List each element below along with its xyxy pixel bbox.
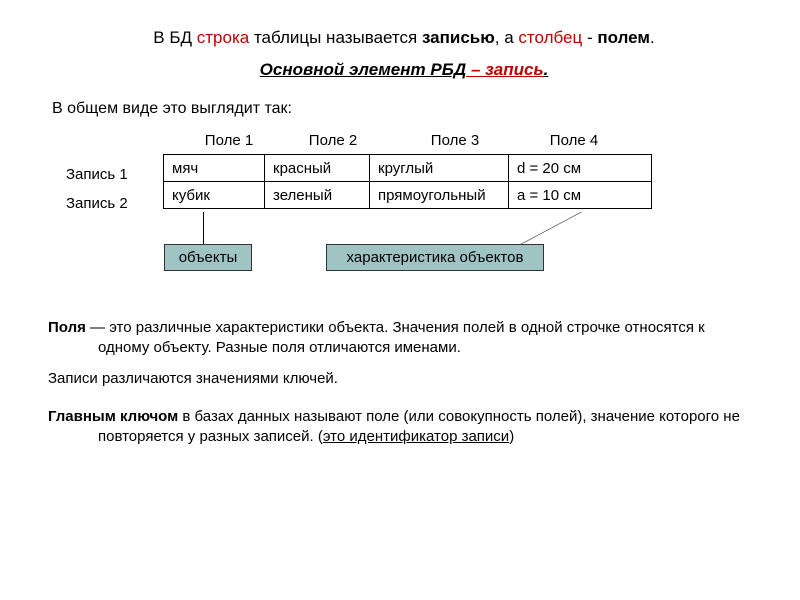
callout-line [203,212,204,244]
text-red: строка [197,28,249,47]
callout-box-characteristics: характеристика объектов [326,244,544,271]
cell: красный [265,155,370,182]
cell: прямоугольный [370,182,509,209]
text: - [582,28,597,47]
paragraph-records: Записи различаются значениями ключей. [48,369,760,389]
text-underline-red: – [466,60,485,79]
text-bold: полем [597,28,650,47]
text-underline: . [544,60,549,79]
text-underline: это идентификатор записи [323,428,509,445]
cell: d = 20 см [509,155,652,182]
text-underline-red: запись [485,60,543,79]
text: таблицы называется [249,28,422,47]
field-headers: Поле 1 Поле 2 Поле 3 Поле 4 [178,132,624,149]
text-bold: Поля [48,319,86,336]
cell: круглый [370,155,509,182]
field-header-4: Поле 4 [524,132,624,149]
row-labels: Запись 1 Запись 2 [66,160,128,218]
text-bold: Главным ключом [48,408,178,425]
heading-line-1: В БД строка таблицы называется записью, … [48,28,760,48]
text-bold: записью [422,28,495,47]
cell: мяч [164,155,265,182]
intro-text: В общем виде это выглядит так: [48,100,760,118]
text: . [650,28,655,47]
heading-line-2: Основной элемент РБД – запись. [48,60,760,80]
field-header-2: Поле 2 [280,132,386,149]
text: ) [509,428,514,445]
cell: кубик [164,182,265,209]
paragraph-fields: Поля — это различные характеристики объе… [48,318,760,359]
field-header-3: Поле 3 [386,132,524,149]
text: , а [495,28,519,47]
text-red: столбец [518,28,582,47]
callout-box-objects: объекты [164,244,252,271]
text-underline: Основной элемент РБД [260,60,467,79]
text: — это различные характеристики объекта. … [86,319,705,356]
cell: a = 10 см [509,182,652,209]
slide-content: В БД строка таблицы называется записью, … [0,0,800,477]
table-row: мяч красный круглый d = 20 см [164,155,652,182]
row-label-1: Запись 1 [66,160,128,189]
row-label-2: Запись 2 [66,189,128,218]
paragraph-main-key: Главным ключом в базах данных называют п… [48,407,760,448]
diagram: Поле 1 Поле 2 Поле 3 Поле 4 Запись 1 Зап… [48,132,760,262]
callout-line [453,212,582,244]
cell: зеленый [265,182,370,209]
text: В БД [153,28,196,47]
table-row: кубик зеленый прямоугольный a = 10 см [164,182,652,209]
data-table: мяч красный круглый d = 20 см кубик зеле… [163,154,652,209]
field-header-1: Поле 1 [178,132,280,149]
